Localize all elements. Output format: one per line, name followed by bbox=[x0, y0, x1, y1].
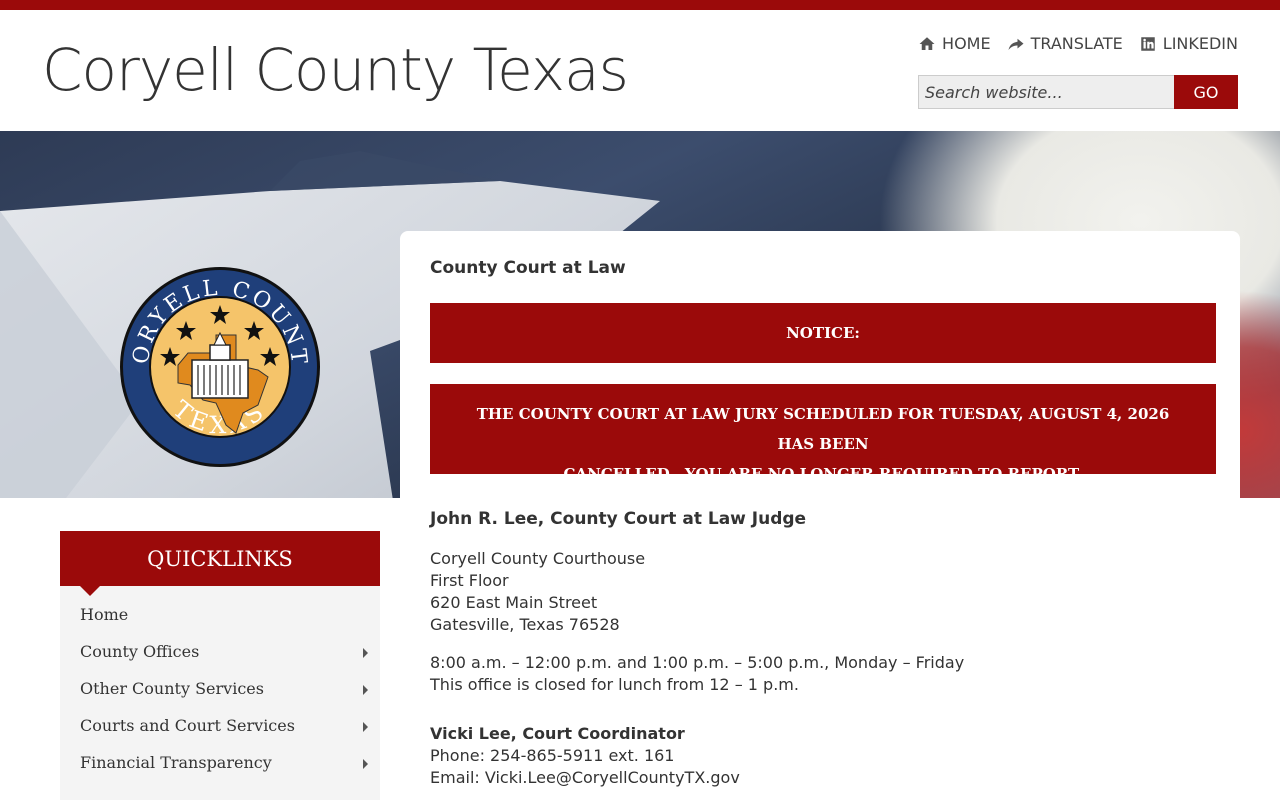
address-line: Coryell County Courthouse bbox=[430, 549, 646, 568]
quicklink-label: County Offices bbox=[80, 642, 200, 661]
quicklink-label: Other County Services bbox=[80, 679, 264, 698]
nav-home-link[interactable]: HOME bbox=[918, 34, 991, 53]
coordinator-name: Vicki Lee, Court Coordinator bbox=[430, 724, 685, 743]
judge-heading: John R. Lee, County Court at Law Judge bbox=[430, 509, 807, 529]
search-go-button[interactable]: GO bbox=[1174, 75, 1238, 109]
chevron-right-icon bbox=[363, 722, 368, 732]
nav-linkedin-label: LINKEDIN bbox=[1162, 34, 1238, 53]
coordinator-email[interactable]: Email: Vicki.Lee@CoryellCountyTX.gov bbox=[430, 767, 740, 789]
quicklink-county-offices[interactable]: County Offices bbox=[60, 642, 380, 679]
county-seal: CORYELL COUNTY TEXAS bbox=[118, 265, 320, 467]
site-search-form: GO bbox=[918, 75, 1238, 109]
chevron-right-icon bbox=[363, 648, 368, 658]
share-arrow-icon bbox=[1008, 38, 1024, 50]
nav-translate-link[interactable]: TRANSLATE bbox=[1007, 34, 1123, 53]
home-icon bbox=[919, 36, 935, 50]
quicklink-courts-and-court-services[interactable]: Courts and Court Services bbox=[60, 716, 380, 753]
nav-home-label: HOME bbox=[942, 34, 991, 53]
nav-linkedin-link[interactable]: LINKEDIN bbox=[1139, 34, 1238, 53]
coordinator-phone: Phone: 254-865-5911 ext. 161 bbox=[430, 746, 675, 765]
hours-line: 8:00 a.m. – 12:00 p.m. and 1:00 p.m. – 5… bbox=[430, 653, 965, 672]
page-title: County Court at Law bbox=[430, 258, 626, 278]
nav-translate-label: TRANSLATE bbox=[1030, 34, 1123, 53]
notice-message-line-2: CANCELLED. YOU ARE NO LONGER REQUIRED TO… bbox=[563, 465, 1083, 483]
site-title[interactable]: Coryell County Texas bbox=[42, 36, 629, 104]
search-input[interactable] bbox=[918, 75, 1174, 109]
top-accent-strip bbox=[0, 0, 1280, 10]
notice-title-banner: NOTICE: bbox=[430, 303, 1216, 363]
quicklink-label: Financial Transparency bbox=[80, 753, 272, 772]
site-header: Coryell County Texas HOME TRANSLATE LINK… bbox=[0, 10, 1280, 131]
linkedin-icon bbox=[1141, 36, 1155, 51]
quicklink-other-county-services[interactable]: Other County Services bbox=[60, 679, 380, 716]
address-line: First Floor bbox=[430, 571, 509, 590]
header-notch bbox=[80, 586, 100, 596]
office-hours: 8:00 a.m. – 12:00 p.m. and 1:00 p.m. – 5… bbox=[430, 652, 964, 696]
address-line: 620 East Main Street bbox=[430, 593, 598, 612]
notice-message-line-1: THE COUNTY COURT AT LAW JURY SCHEDULED F… bbox=[476, 405, 1170, 453]
chevron-right-icon bbox=[363, 685, 368, 695]
address-line: Gatesville, Texas 76528 bbox=[430, 615, 620, 634]
hours-line: This office is closed for lunch from 12 … bbox=[430, 675, 799, 694]
quicklink-label: Home bbox=[80, 605, 129, 624]
quicklinks-list: Home County Offices Other County Service… bbox=[60, 586, 380, 790]
chevron-right-icon bbox=[363, 759, 368, 769]
quicklink-financial-transparency[interactable]: Financial Transparency bbox=[60, 753, 380, 790]
quicklink-label: Courts and Court Services bbox=[80, 716, 295, 735]
courthouse-address: Coryell County Courthouse First Floor 62… bbox=[430, 548, 645, 636]
quicklink-home[interactable]: Home bbox=[60, 605, 380, 642]
quicklinks-title: QUICKLINKS bbox=[147, 547, 293, 571]
quicklinks-header: QUICKLINKS bbox=[60, 531, 380, 596]
coordinator-contact: Vicki Lee, Court Coordinator Phone: 254-… bbox=[430, 723, 740, 789]
notice-message-banner: THE COUNTY COURT AT LAW JURY SCHEDULED F… bbox=[430, 384, 1216, 483]
top-nav: HOME TRANSLATE LINKEDIN bbox=[918, 34, 1238, 53]
quicklinks-sidebar: QUICKLINKS Home County Offices Other Cou… bbox=[60, 531, 380, 800]
